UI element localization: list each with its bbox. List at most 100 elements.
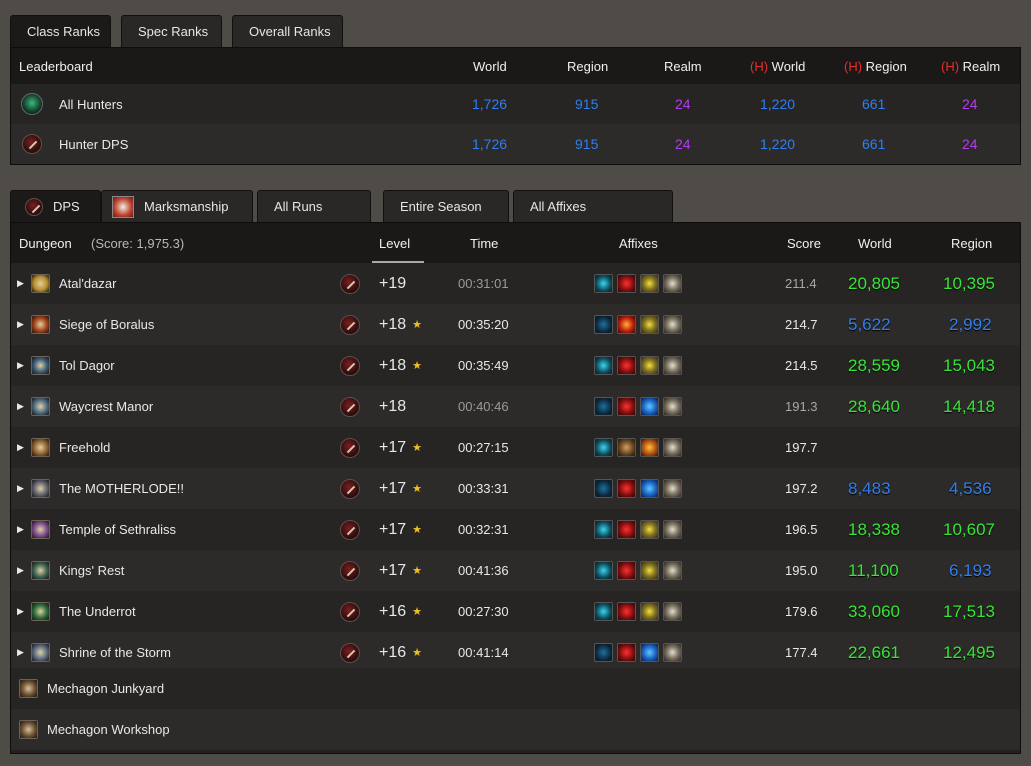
run-row[interactable]: ▶ Shrine of the Storm +16 ★ 00:41:14 177.4 22,…: [11, 632, 1020, 673]
world-rank[interactable]: 20,805: [848, 263, 900, 304]
dungeon-name[interactable]: Waycrest Manor: [59, 386, 153, 427]
col-dungeon[interactable]: Dungeon: [19, 223, 72, 263]
dungeon-name[interactable]: Kings' Rest: [59, 550, 124, 591]
tab-overall-ranks[interactable]: Overall Ranks: [232, 15, 343, 47]
affix-icon[interactable]: [640, 643, 659, 662]
tab-all-runs[interactable]: All Runs: [257, 190, 371, 222]
run-row[interactable]: ▶ The Underrot +16 ★ 00:27:30 179.6 33,060 17,5…: [11, 591, 1020, 632]
world-rank[interactable]: 33,060: [848, 591, 900, 632]
affix-icon[interactable]: [640, 315, 659, 334]
run-row[interactable]: ▶ Kings' Rest +17 ★ 00:41:36 195.0 11,100 6,193: [11, 550, 1020, 591]
affix-icon[interactable]: [663, 315, 682, 334]
col-level[interactable]: Level: [379, 223, 410, 263]
world-rank[interactable]: 28,640: [848, 386, 900, 427]
tab-all-affixes[interactable]: All Affixes: [513, 190, 673, 222]
affix-icon[interactable]: [594, 274, 613, 293]
run-row[interactable]: ▶ Temple of Sethraliss +17 ★ 00:32:31 196.5 18…: [11, 509, 1020, 550]
expand-arrow-icon[interactable]: ▶: [17, 360, 24, 371]
region-rank[interactable]: 14,418: [943, 386, 995, 427]
run-row[interactable]: ▶ Atal'dazar +19 00:31:01 211.4 20,805 10,395: [11, 263, 1020, 304]
leaderboard-row[interactable]: Hunter DPS 1,726 915 24 1,220 661 24: [11, 124, 1020, 164]
dungeon-name[interactable]: Atal'dazar: [59, 263, 116, 304]
region-rank[interactable]: 12,495: [943, 632, 995, 673]
affix-icon[interactable]: [594, 602, 613, 621]
tab-spec-ranks[interactable]: Spec Ranks: [121, 15, 222, 47]
expand-arrow-icon[interactable]: ▶: [17, 401, 24, 412]
affix-icon[interactable]: [617, 479, 636, 498]
dungeon-name[interactable]: Shrine of the Storm: [59, 632, 171, 673]
world-rank[interactable]: 5,622: [848, 304, 891, 345]
dungeon-name[interactable]: Temple of Sethraliss: [59, 509, 176, 550]
affix-icon[interactable]: [640, 274, 659, 293]
affix-icon[interactable]: [640, 561, 659, 580]
affix-icon[interactable]: [663, 438, 682, 457]
dungeon-name[interactable]: Freehold: [59, 427, 110, 468]
run-row[interactable]: ▶ Siege of Boralus +18 ★ 00:35:20 214.7 5,622 2…: [11, 304, 1020, 345]
world-rank[interactable]: 11,100: [848, 550, 899, 591]
affix-icon[interactable]: [617, 274, 636, 293]
affix-icon[interactable]: [617, 602, 636, 621]
leaderboard-row[interactable]: All Hunters 1,726 915 24 1,220 661 24: [11, 84, 1020, 124]
expand-arrow-icon[interactable]: ▶: [17, 524, 24, 535]
run-row[interactable]: ▶ The MOTHERLODE!! +17 ★ 00:33:31 197.2 8,483 4…: [11, 468, 1020, 509]
affix-icon[interactable]: [617, 561, 636, 580]
affix-icon[interactable]: [594, 561, 613, 580]
expand-arrow-icon[interactable]: ▶: [17, 647, 24, 658]
affix-icon[interactable]: [617, 315, 636, 334]
tab-class-ranks[interactable]: Class Ranks: [10, 15, 111, 47]
expand-arrow-icon[interactable]: ▶: [17, 483, 24, 494]
region-rank[interactable]: 17,513: [943, 591, 995, 632]
col-region[interactable]: Region: [951, 223, 992, 263]
expand-arrow-icon[interactable]: ▶: [17, 442, 24, 453]
affix-icon[interactable]: [617, 438, 636, 457]
dungeon-name[interactable]: Tol Dagor: [59, 345, 115, 386]
region-rank[interactable]: 6,193: [949, 550, 992, 591]
affix-icon[interactable]: [594, 479, 613, 498]
tab-entire-season[interactable]: Entire Season: [383, 190, 509, 222]
tab-dps[interactable]: DPS: [10, 190, 101, 222]
expand-arrow-icon[interactable]: ▶: [17, 319, 24, 330]
affix-icon[interactable]: [594, 397, 613, 416]
world-rank[interactable]: 28,559: [848, 345, 900, 386]
col-world[interactable]: World: [858, 223, 892, 263]
region-rank[interactable]: 10,607: [943, 509, 995, 550]
affix-icon[interactable]: [663, 602, 682, 621]
affix-icon[interactable]: [640, 397, 659, 416]
region-rank[interactable]: 15,043: [943, 345, 995, 386]
affix-icon[interactable]: [594, 356, 613, 375]
affix-icon[interactable]: [663, 520, 682, 539]
affix-icon[interactable]: [663, 356, 682, 375]
run-row[interactable]: ▶ Freehold +17 ★ 00:27:15 197.7: [11, 427, 1020, 468]
region-rank[interactable]: 4,536: [949, 468, 992, 509]
affix-icon[interactable]: [663, 479, 682, 498]
world-rank[interactable]: 18,338: [848, 509, 900, 550]
affix-icon[interactable]: [594, 643, 613, 662]
col-score[interactable]: Score: [787, 223, 821, 263]
affix-icon[interactable]: [640, 520, 659, 539]
tab-marksmanship[interactable]: Marksmanship: [101, 190, 253, 222]
expand-arrow-icon[interactable]: ▶: [17, 565, 24, 576]
region-rank[interactable]: 2,992: [949, 304, 992, 345]
affix-icon[interactable]: [617, 397, 636, 416]
affix-icon[interactable]: [663, 561, 682, 580]
affix-icon[interactable]: [594, 315, 613, 334]
run-row[interactable]: ▶ Waycrest Manor +18 00:40:46 191.3 28,640 14,…: [11, 386, 1020, 427]
affix-icon[interactable]: [617, 520, 636, 539]
world-rank[interactable]: 22,661: [848, 632, 900, 673]
expand-arrow-icon[interactable]: ▶: [17, 278, 24, 289]
affix-icon[interactable]: [640, 356, 659, 375]
col-time[interactable]: Time: [470, 223, 498, 263]
affix-icon[interactable]: [594, 438, 613, 457]
affix-icon[interactable]: [640, 438, 659, 457]
affix-icon[interactable]: [663, 274, 682, 293]
expand-arrow-icon[interactable]: ▶: [17, 606, 24, 617]
affix-icon[interactable]: [663, 397, 682, 416]
affix-icon[interactable]: [617, 356, 636, 375]
affix-icon[interactable]: [663, 643, 682, 662]
dungeon-name[interactable]: The Underrot: [59, 591, 136, 632]
affix-icon[interactable]: [617, 643, 636, 662]
dungeon-name[interactable]: The MOTHERLODE!!: [59, 468, 184, 509]
affix-icon[interactable]: [640, 479, 659, 498]
world-rank[interactable]: 8,483: [848, 468, 891, 509]
affix-icon[interactable]: [640, 602, 659, 621]
